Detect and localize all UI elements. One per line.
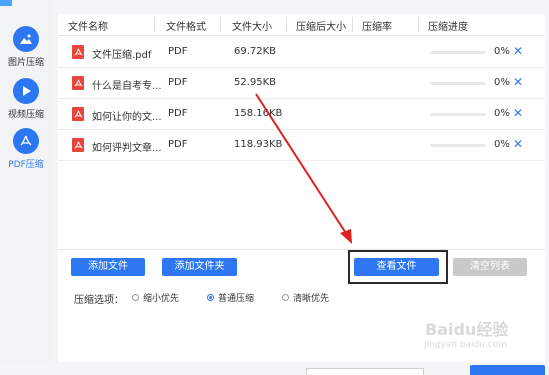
file-size: 52.95KB [234, 77, 277, 88]
pdf-file-icon [72, 107, 84, 121]
start-compress-button[interactable] [470, 365, 545, 375]
file-name: 什么是自考专... [92, 81, 162, 92]
file-size: 158.16KB [234, 108, 283, 119]
play-icon [13, 78, 39, 104]
progress-percent: 0% [494, 139, 510, 150]
progress-bar [430, 51, 486, 54]
table-row[interactable]: 文件压缩.pdf PDF 69.72KB 0% ✕ [58, 37, 545, 68]
column-header-ratio: 压缩率 [362, 22, 392, 33]
sidebar-item-label: PDF压缩 [8, 160, 44, 170]
watermark-url: jingyan.baidu.com [424, 340, 508, 350]
column-header-format: 文件格式 [166, 22, 206, 33]
table-header: 文件名称 文件格式 文件大小 压缩后大小 压缩率 压缩进度 [58, 14, 545, 36]
sidebar-item-label: 图片压缩 [7, 58, 44, 68]
progress-bar [430, 82, 486, 85]
option-label: 清晰优先 [293, 294, 330, 304]
file-format: PDF [168, 77, 188, 88]
file-format: PDF [168, 108, 188, 119]
progress-percent: 0% [494, 46, 510, 57]
sidebar: 图片压缩 视频压缩 PDF压缩 [0, 0, 52, 375]
column-header-progress: 压缩进度 [428, 22, 468, 33]
remove-file-icon[interactable]: ✕ [513, 75, 523, 89]
column-divider [352, 17, 353, 32]
progress-bar [430, 113, 486, 116]
image-icon [13, 26, 39, 52]
sidebar-item-label: 视频压缩 [7, 110, 44, 120]
add-file-button[interactable]: 添加文件 [71, 258, 145, 276]
pdf-file-icon [72, 138, 84, 152]
sidebar-item-image-compress[interactable]: 图片压缩 [0, 26, 52, 68]
table-row[interactable]: 什么是自考专... PDF 52.95KB 0% ✕ [58, 68, 545, 99]
sidebar-item-video-compress[interactable]: 视频压缩 [0, 78, 52, 120]
column-divider [220, 17, 221, 32]
remove-file-icon[interactable]: ✕ [513, 44, 523, 58]
watermark-logo: Baidu经验 [425, 320, 509, 339]
list-divider [58, 249, 545, 250]
table-row[interactable]: 如何评判文章... PDF 118.93KB 0% ✕ [58, 130, 545, 161]
output-path-input[interactable] [306, 368, 424, 375]
progress-percent: 0% [494, 77, 510, 88]
option-normal[interactable]: 普通压缩 [207, 291, 254, 304]
add-folder-button[interactable]: 添加文件夹 [162, 258, 237, 276]
remove-file-icon[interactable]: ✕ [513, 137, 523, 151]
column-header-size: 文件大小 [232, 22, 272, 33]
progress-bar [430, 144, 486, 147]
bottom-bar [0, 362, 549, 375]
pdf-file-icon [72, 45, 84, 59]
option-shrink-first[interactable]: 缩小优先 [132, 291, 179, 304]
radio-checked-icon [207, 294, 214, 301]
option-label: 缩小优先 [143, 294, 180, 304]
file-name: 如何让你的文... [92, 112, 162, 123]
column-divider [418, 17, 419, 32]
file-name: 如何评判文章... [92, 143, 162, 154]
file-format: PDF [168, 46, 188, 57]
file-name: 文件压缩.pdf [92, 50, 152, 61]
option-clarity-first[interactable]: 清晰优先 [282, 291, 329, 304]
app-window: 图片压缩 视频压缩 PDF压缩 文件名称 文件格式 文件大小 压缩后大小 压缩率… [0, 0, 549, 375]
table-row[interactable]: 如何让你的文... PDF 158.16KB 0% ✕ [58, 99, 545, 130]
column-header-compressed-size: 压缩后大小 [296, 22, 346, 33]
pdf-file-icon [72, 76, 84, 90]
view-files-button[interactable]: 查看文件 [354, 258, 439, 276]
pdf-icon [13, 128, 39, 154]
file-format: PDF [168, 139, 188, 150]
column-divider [286, 17, 287, 32]
progress-percent: 0% [494, 108, 510, 119]
app-logo [0, 0, 12, 6]
remove-file-icon[interactable]: ✕ [513, 106, 523, 120]
compression-options-label: 压缩选项： [74, 295, 124, 306]
column-divider [154, 17, 155, 32]
column-header-name: 文件名称 [68, 22, 108, 33]
sidebar-item-pdf-compress[interactable]: PDF压缩 [0, 128, 52, 170]
file-size: 118.93KB [234, 139, 283, 150]
option-label: 普通压缩 [218, 294, 255, 304]
radio-icon [282, 294, 289, 301]
clear-list-button[interactable]: 清空列表 [453, 258, 527, 276]
file-size: 69.72KB [234, 46, 277, 57]
radio-icon [132, 294, 139, 301]
